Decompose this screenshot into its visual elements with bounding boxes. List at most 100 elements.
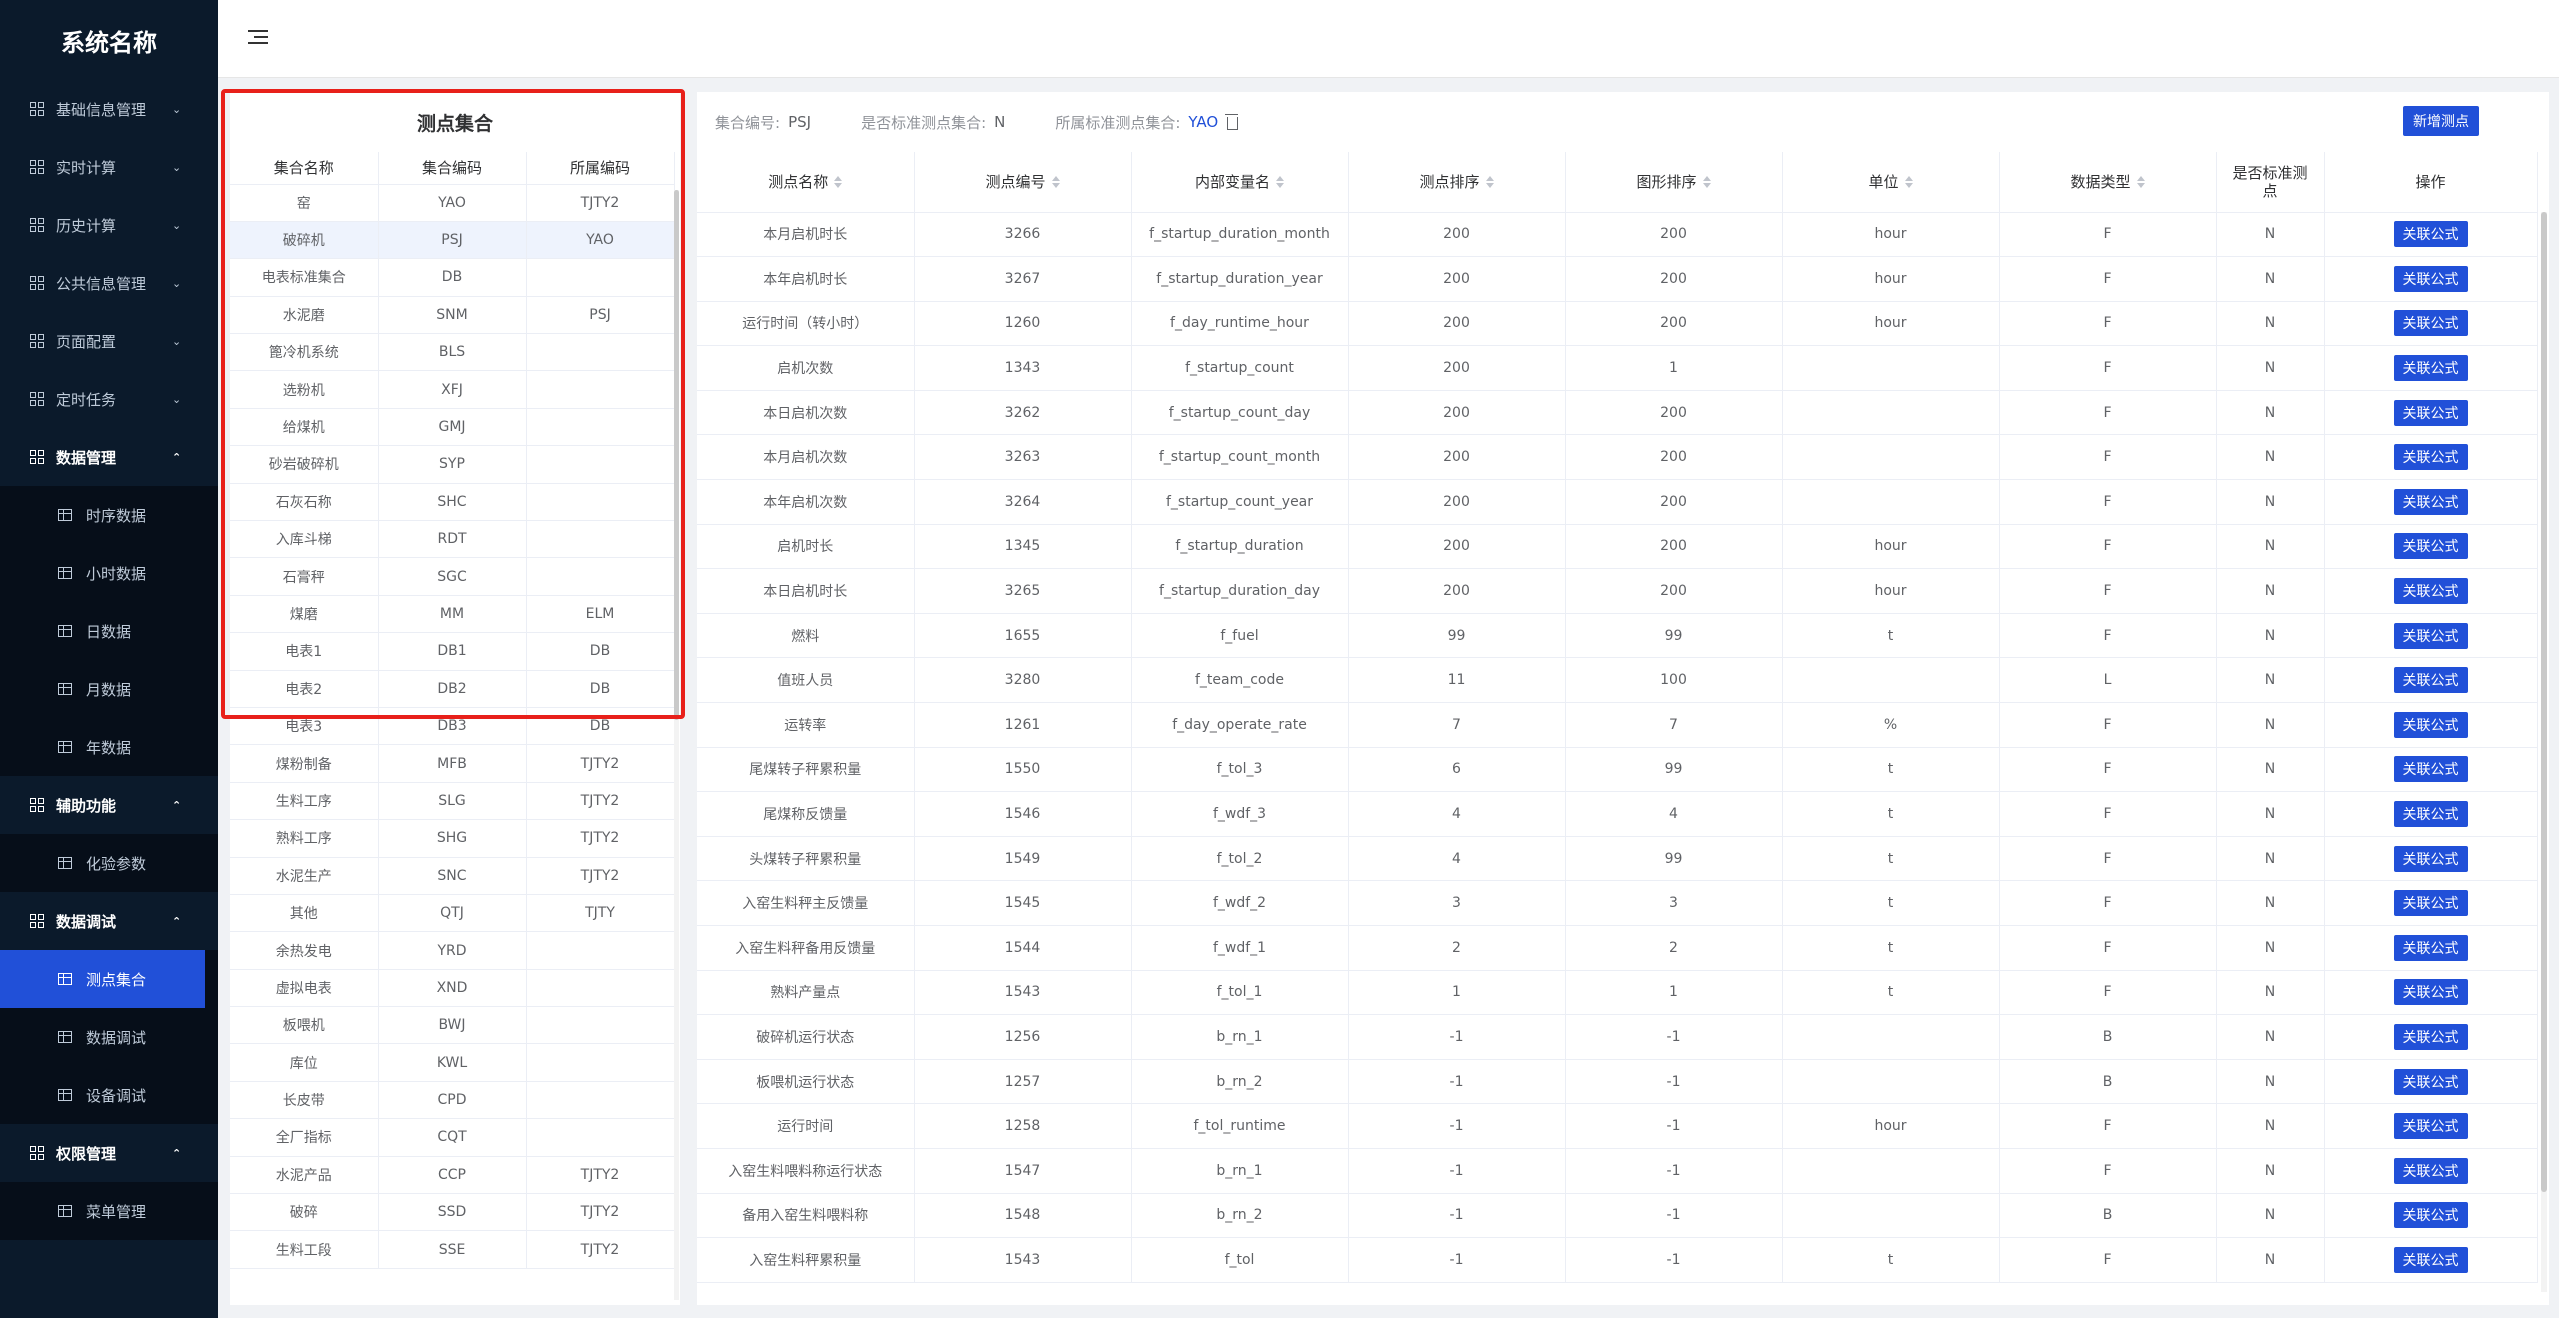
sidebar-item-basic-info[interactable]: 基础信息管理 ⌄ bbox=[0, 80, 218, 138]
sort-icon[interactable] bbox=[1051, 176, 1060, 189]
link-formula-button[interactable]: 关联公式 bbox=[2393, 444, 2468, 471]
table-row[interactable]: 全厂指标 CQT bbox=[230, 1118, 675, 1157]
table-row[interactable]: 生料工序 SLG TJTY2 bbox=[230, 782, 675, 821]
table-row[interactable]: 窑 YAO TJTY2 bbox=[230, 184, 675, 222]
sub-item[interactable]: 月数据 bbox=[0, 660, 218, 718]
point-set-scrollbar[interactable] bbox=[674, 190, 679, 1300]
sidebar-item-scheduled-tasks[interactable]: 定时任务 ⌄ bbox=[0, 370, 218, 428]
action-cell: 关联公式 bbox=[2324, 390, 2538, 436]
column-header: 操作 bbox=[2324, 152, 2538, 213]
table-row[interactable]: 余热发电 YRD bbox=[230, 931, 675, 970]
link-formula-button[interactable]: 关联公式 bbox=[2393, 1068, 2468, 1095]
sidebar-item-realtime-calc[interactable]: 实时计算 ⌄ bbox=[0, 138, 218, 196]
sidebar-item-label: 页面配置 bbox=[56, 332, 117, 351]
link-formula-button[interactable]: 关联公式 bbox=[2393, 934, 2468, 961]
column-header[interactable]: 测点排序 bbox=[1348, 152, 1566, 213]
sidebar-item-page-config[interactable]: 页面配置 ⌄ bbox=[0, 312, 218, 370]
column-header[interactable]: 图形排序 bbox=[1565, 152, 1783, 213]
table-row[interactable]: 库位 KWL bbox=[230, 1043, 675, 1082]
link-formula-button[interactable]: 关联公式 bbox=[2393, 488, 2468, 515]
table-row[interactable]: 选粉机 XFJ bbox=[230, 370, 675, 409]
table-row[interactable]: 石灰石称 SHC bbox=[230, 483, 675, 522]
points-scrollbar[interactable] bbox=[2541, 212, 2547, 1292]
table-row[interactable]: 给煤机 GMJ bbox=[230, 408, 675, 447]
sub-item[interactable]: 测点集合 bbox=[0, 950, 205, 1008]
table-row[interactable]: 板喂机 BWJ bbox=[230, 1006, 675, 1045]
link-formula-button[interactable]: 关联公式 bbox=[2393, 756, 2468, 783]
table-row[interactable]: 长皮带 CPD bbox=[230, 1081, 675, 1120]
table-row[interactable]: 其他 QTJ TJTY bbox=[230, 894, 675, 933]
link-formula-button[interactable]: 关联公式 bbox=[2393, 622, 2468, 649]
table-row[interactable]: 电表3 DB3 DB bbox=[230, 707, 675, 746]
table-row[interactable]: 水泥磨 SNM PSJ bbox=[230, 296, 675, 335]
table-row[interactable]: 破碎 SSD TJTY2 bbox=[230, 1193, 675, 1232]
sub-item[interactable]: 小时数据 bbox=[0, 544, 218, 602]
add-point-button[interactable]: 新增测点 bbox=[2403, 106, 2479, 136]
sidebar-item-history-calc[interactable]: 历史计算 ⌄ bbox=[0, 196, 218, 254]
sidebar-item-aux-functions[interactable]: 辅助功能 ⌃ bbox=[0, 776, 218, 834]
grid-icon bbox=[30, 276, 44, 290]
link-formula-button[interactable]: 关联公式 bbox=[2393, 711, 2468, 738]
table-row[interactable]: 篦冷机系统 BLS bbox=[230, 333, 675, 372]
link-formula-button[interactable]: 关联公式 bbox=[2393, 310, 2468, 337]
sort-icon[interactable] bbox=[1485, 176, 1494, 189]
action-cell: 关联公式 bbox=[2324, 747, 2538, 793]
sort-icon[interactable] bbox=[1702, 176, 1711, 189]
table-row[interactable]: 入库斗梯 RDT bbox=[230, 520, 675, 559]
link-formula-button[interactable]: 关联公式 bbox=[2393, 1023, 2468, 1050]
table-row[interactable]: 熟料工序 SHG TJTY2 bbox=[230, 819, 675, 858]
link-formula-button[interactable]: 关联公式 bbox=[2393, 578, 2468, 605]
parent-set-link[interactable]: YAO bbox=[1188, 113, 1218, 131]
sidebar-item-public-info[interactable]: 公共信息管理 ⌄ bbox=[0, 254, 218, 312]
table-cell: t bbox=[1782, 613, 2000, 659]
link-formula-button[interactable]: 关联公式 bbox=[2393, 979, 2468, 1006]
table-row[interactable]: 水泥生产 SNC TJTY2 bbox=[230, 857, 675, 895]
delete-icon[interactable] bbox=[1225, 113, 1239, 130]
table-row[interactable]: 煤磨 MM ELM bbox=[230, 595, 675, 634]
table-row[interactable]: 煤粉制备 MFB TJTY2 bbox=[230, 744, 675, 783]
link-formula-button[interactable]: 关联公式 bbox=[2393, 845, 2468, 872]
column-header[interactable]: 单位 bbox=[1782, 152, 2000, 213]
sidebar-item-data-management[interactable]: 数据管理 ⌃ bbox=[0, 428, 218, 486]
sort-icon[interactable] bbox=[2136, 176, 2145, 189]
sidebar-item-permission-management[interactable]: 权限管理 ⌃ bbox=[0, 1124, 218, 1182]
table-row[interactable]: 砂岩破碎机 SYP bbox=[230, 445, 675, 484]
link-formula-button[interactable]: 关联公式 bbox=[2393, 1113, 2468, 1140]
table-row[interactable]: 电表标准集合 DB bbox=[230, 258, 675, 297]
table-row[interactable]: 水泥产品 CCP TJTY2 bbox=[230, 1156, 675, 1195]
link-formula-button[interactable]: 关联公式 bbox=[2393, 399, 2468, 426]
table-row[interactable]: 电表1 DB1 DB bbox=[230, 632, 675, 671]
link-formula-button[interactable]: 关联公式 bbox=[2393, 1246, 2468, 1273]
link-formula-button[interactable]: 关联公式 bbox=[2393, 890, 2468, 917]
column-header[interactable]: 内部变量名 bbox=[1131, 152, 1349, 213]
column-header[interactable]: 数据类型 bbox=[1999, 152, 2217, 213]
link-formula-button[interactable]: 关联公式 bbox=[2393, 533, 2468, 560]
column-header[interactable]: 测点编号 bbox=[914, 152, 1132, 213]
link-formula-button[interactable]: 关联公式 bbox=[2393, 1157, 2468, 1184]
sub-item[interactable]: 日数据 bbox=[0, 602, 218, 660]
sort-icon[interactable] bbox=[1904, 176, 1913, 189]
sort-icon[interactable] bbox=[834, 176, 843, 189]
sub-item[interactable]: 数据调试 bbox=[0, 1008, 218, 1066]
table-row[interactable]: 生料工段 SSE TJTY2 bbox=[230, 1230, 675, 1269]
sub-item[interactable]: 菜单管理 bbox=[0, 1182, 218, 1240]
sub-item[interactable]: 时序数据 bbox=[0, 486, 218, 544]
table-cell: 3267 bbox=[914, 256, 1132, 302]
link-formula-button[interactable]: 关联公式 bbox=[2393, 1202, 2468, 1229]
sub-item[interactable]: 化验参数 bbox=[0, 834, 218, 892]
column-header[interactable]: 测点名称 bbox=[697, 152, 915, 213]
sub-item[interactable]: 设备调试 bbox=[0, 1066, 218, 1124]
link-formula-button[interactable]: 关联公式 bbox=[2393, 355, 2468, 382]
sub-item[interactable]: 年数据 bbox=[0, 718, 218, 776]
table-row[interactable]: 石膏秤 SGC bbox=[230, 557, 675, 596]
table-row[interactable]: 虚拟电表 XND bbox=[230, 969, 675, 1008]
link-formula-button[interactable]: 关联公式 bbox=[2393, 667, 2468, 694]
link-formula-button[interactable]: 关联公式 bbox=[2393, 221, 2468, 248]
link-formula-button[interactable]: 关联公式 bbox=[2393, 265, 2468, 292]
table-row[interactable]: 电表2 DB2 DB bbox=[230, 670, 675, 708]
menu-collapse-icon[interactable] bbox=[248, 28, 268, 46]
table-row[interactable]: 破碎机 PSJ YAO bbox=[230, 221, 675, 260]
link-formula-button[interactable]: 关联公式 bbox=[2393, 801, 2468, 828]
sort-icon[interactable] bbox=[1276, 176, 1284, 189]
sidebar-item-data-debug[interactable]: 数据调试 ⌃ bbox=[0, 892, 218, 950]
